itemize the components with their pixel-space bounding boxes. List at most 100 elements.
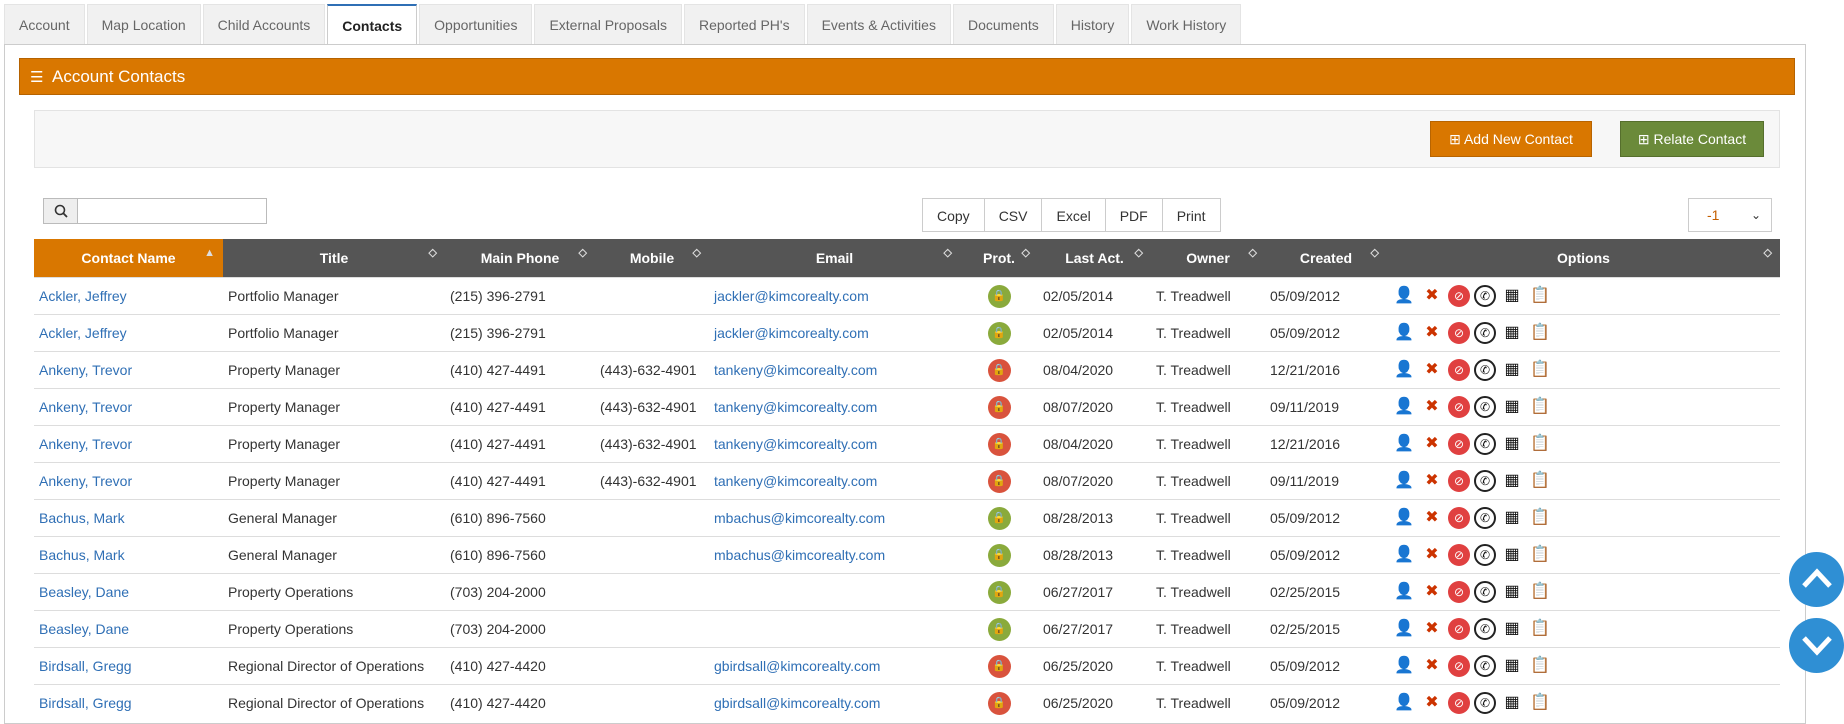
contact-name-link[interactable]: Ankeny, Trevor [39, 473, 132, 489]
export-copy-button[interactable]: Copy [922, 198, 985, 232]
tab-work-history[interactable]: Work History [1131, 4, 1242, 44]
calendar-icon[interactable]: ▦ [1500, 580, 1524, 604]
calendar-icon[interactable]: ▦ [1500, 691, 1524, 715]
clipboard-icon[interactable]: 📋 [1528, 284, 1552, 308]
block-icon[interactable]: ⊘ [1448, 618, 1470, 640]
calendar-icon[interactable]: ▦ [1500, 432, 1524, 456]
column-header-created[interactable]: Created ◇ [1265, 239, 1387, 278]
contact-name-link[interactable]: Bachus, Mark [39, 510, 125, 526]
edit-user-icon[interactable]: 👤 [1392, 432, 1416, 456]
email-link[interactable]: mbachus@kimcorealty.com [714, 547, 885, 563]
column-header-last-act-[interactable]: Last Act. ◇ [1038, 239, 1151, 278]
add-new-contact-button[interactable]: ⊞ Add New Contact [1430, 121, 1592, 157]
phone-icon[interactable]: ✆ [1474, 322, 1496, 344]
clipboard-icon[interactable]: 📋 [1528, 506, 1552, 530]
contact-name-link[interactable]: Ankeny, Trevor [39, 436, 132, 452]
block-icon[interactable]: ⊘ [1448, 581, 1470, 603]
edit-user-icon[interactable]: 👤 [1392, 321, 1416, 345]
phone-icon[interactable]: ✆ [1474, 359, 1496, 381]
remove-user-icon[interactable]: ✖ [1420, 617, 1444, 641]
clipboard-icon[interactable]: 📋 [1528, 543, 1552, 567]
clipboard-icon[interactable]: 📋 [1528, 580, 1552, 604]
page-length-select[interactable]: -1 ⌄ [1688, 198, 1772, 232]
edit-user-icon[interactable]: 👤 [1392, 691, 1416, 715]
tab-external-proposals[interactable]: External Proposals [534, 4, 682, 44]
search-input[interactable] [78, 198, 267, 224]
export-pdf-button[interactable]: PDF [1104, 198, 1163, 232]
clipboard-icon[interactable]: 📋 [1528, 432, 1552, 456]
edit-user-icon[interactable]: 👤 [1392, 395, 1416, 419]
phone-icon[interactable]: ✆ [1474, 618, 1496, 640]
phone-icon[interactable]: ✆ [1474, 544, 1496, 566]
remove-user-icon[interactable]: ✖ [1420, 543, 1444, 567]
block-icon[interactable]: ⊘ [1448, 470, 1470, 492]
phone-icon[interactable]: ✆ [1474, 581, 1496, 603]
contact-name-link[interactable]: Ankeny, Trevor [39, 399, 132, 415]
tab-contacts[interactable]: Contacts [327, 4, 418, 44]
tab-documents[interactable]: Documents [952, 4, 1054, 44]
contact-name-link[interactable]: Ankeny, Trevor [39, 362, 132, 378]
block-icon[interactable]: ⊘ [1448, 507, 1470, 529]
contact-name-link[interactable]: Birdsall, Gregg [39, 658, 132, 674]
tab-account[interactable]: Account [4, 4, 85, 44]
tab-reported-ph-s[interactable]: Reported PH's [683, 4, 805, 44]
clipboard-icon[interactable]: 📋 [1528, 654, 1552, 678]
edit-user-icon[interactable]: 👤 [1392, 654, 1416, 678]
email-link[interactable]: gbirdsall@kimcorealty.com [714, 658, 880, 674]
email-link[interactable]: tankeny@kimcorealty.com [714, 362, 877, 378]
email-link[interactable]: gbirdsall@kimcorealty.com [714, 695, 880, 711]
calendar-icon[interactable]: ▦ [1500, 617, 1524, 641]
clipboard-icon[interactable]: 📋 [1528, 617, 1552, 641]
phone-icon[interactable]: ✆ [1474, 470, 1496, 492]
calendar-icon[interactable]: ▦ [1500, 321, 1524, 345]
scroll-up-button[interactable] [1789, 552, 1844, 607]
contact-name-link[interactable]: Beasley, Dane [39, 621, 129, 637]
block-icon[interactable]: ⊘ [1448, 692, 1470, 714]
calendar-icon[interactable]: ▦ [1500, 654, 1524, 678]
remove-user-icon[interactable]: ✖ [1420, 691, 1444, 715]
tab-opportunities[interactable]: Opportunities [419, 4, 533, 44]
tab-map-location[interactable]: Map Location [86, 4, 201, 44]
email-link[interactable]: jackler@kimcorealty.com [714, 288, 869, 304]
calendar-icon[interactable]: ▦ [1500, 469, 1524, 493]
block-icon[interactable]: ⊘ [1448, 359, 1470, 381]
scroll-down-button[interactable] [1789, 618, 1844, 673]
block-icon[interactable]: ⊘ [1448, 433, 1470, 455]
block-icon[interactable]: ⊘ [1448, 322, 1470, 344]
edit-user-icon[interactable]: 👤 [1392, 617, 1416, 641]
column-header-contact-name[interactable]: Contact Name ▲ [34, 239, 223, 278]
clipboard-icon[interactable]: 📋 [1528, 321, 1552, 345]
clipboard-icon[interactable]: 📋 [1528, 691, 1552, 715]
contact-name-link[interactable]: Beasley, Dane [39, 584, 129, 600]
block-icon[interactable]: ⊘ [1448, 544, 1470, 566]
export-excel-button[interactable]: Excel [1041, 198, 1106, 232]
remove-user-icon[interactable]: ✖ [1420, 321, 1444, 345]
email-link[interactable]: tankeny@kimcorealty.com [714, 473, 877, 489]
clipboard-icon[interactable]: 📋 [1528, 358, 1552, 382]
email-link[interactable]: jackler@kimcorealty.com [714, 325, 869, 341]
calendar-icon[interactable]: ▦ [1500, 543, 1524, 567]
block-icon[interactable]: ⊘ [1448, 285, 1470, 307]
remove-user-icon[interactable]: ✖ [1420, 469, 1444, 493]
edit-user-icon[interactable]: 👤 [1392, 506, 1416, 530]
column-header-title[interactable]: Title ◇ [223, 239, 445, 278]
block-icon[interactable]: ⊘ [1448, 655, 1470, 677]
phone-icon[interactable]: ✆ [1474, 433, 1496, 455]
export-print-button[interactable]: Print [1161, 198, 1221, 232]
phone-icon[interactable]: ✆ [1474, 285, 1496, 307]
contact-name-link[interactable]: Ackler, Jeffrey [39, 288, 127, 304]
remove-user-icon[interactable]: ✖ [1420, 358, 1444, 382]
column-header-email[interactable]: Email ◇ [709, 239, 960, 278]
clipboard-icon[interactable]: 📋 [1528, 395, 1552, 419]
calendar-icon[interactable]: ▦ [1500, 395, 1524, 419]
phone-icon[interactable]: ✆ [1474, 507, 1496, 529]
email-link[interactable]: tankeny@kimcorealty.com [714, 399, 877, 415]
edit-user-icon[interactable]: 👤 [1392, 543, 1416, 567]
edit-user-icon[interactable]: 👤 [1392, 358, 1416, 382]
column-header-mobile[interactable]: Mobile ◇ [595, 239, 709, 278]
remove-user-icon[interactable]: ✖ [1420, 284, 1444, 308]
relate-contact-button[interactable]: ⊞ Relate Contact [1620, 121, 1764, 157]
column-header-owner[interactable]: Owner ◇ [1151, 239, 1265, 278]
email-link[interactable]: mbachus@kimcorealty.com [714, 510, 885, 526]
remove-user-icon[interactable]: ✖ [1420, 506, 1444, 530]
